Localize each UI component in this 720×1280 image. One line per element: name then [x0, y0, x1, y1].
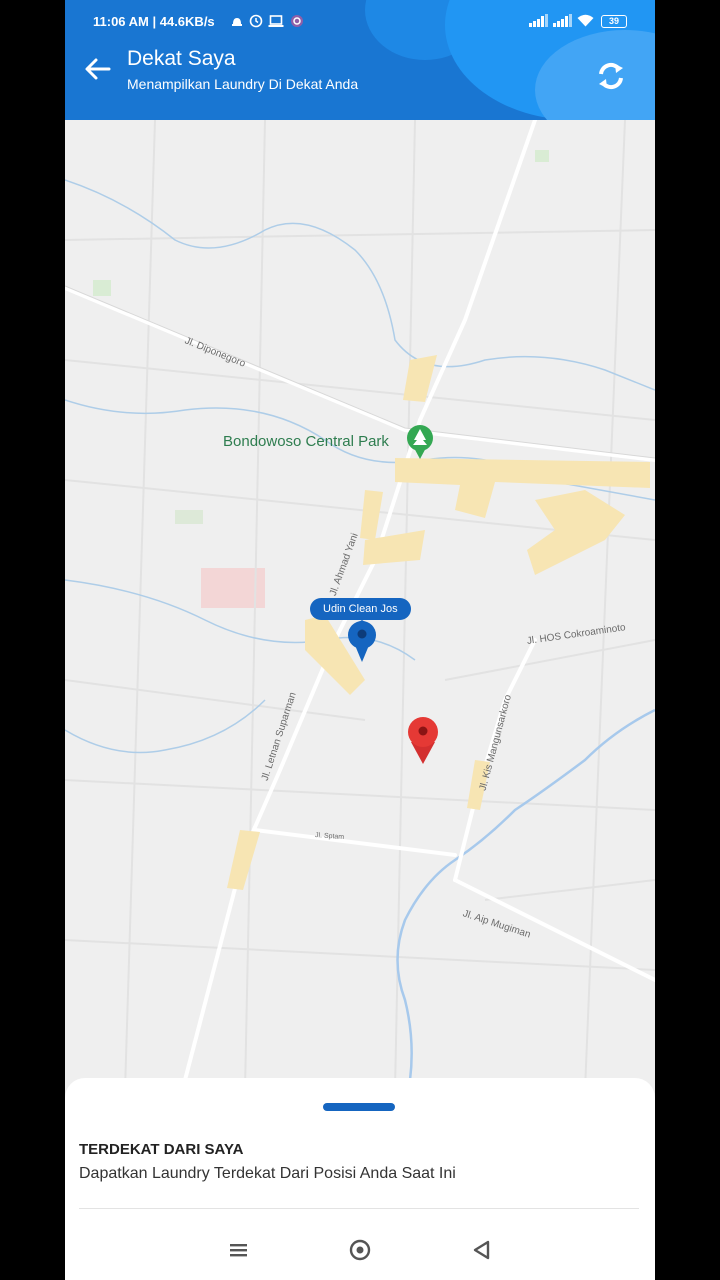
sheet-title: TERDEKAT DARI SAYA: [79, 1141, 244, 1158]
back-button[interactable]: [81, 52, 115, 86]
app-header: 11:06 AM | 44.6KB/s 39 Dekat Saya Menamp…: [65, 0, 655, 120]
phone-screen: 11:06 AM | 44.6KB/s 39 Dekat Saya Menamp…: [65, 0, 655, 1280]
alarm-icon: [232, 18, 242, 26]
menu-icon[interactable]: [224, 1236, 252, 1264]
page-title: Dekat Saya: [127, 47, 236, 70]
map-view[interactable]: Jl. Diponegoro Jl. Ahmad Yani Jl. Letnan…: [65, 120, 655, 1090]
home-circle-icon[interactable]: [346, 1236, 374, 1264]
map-area: [535, 150, 549, 162]
status-bar: 11:06 AM | 44.6KB/s 39: [65, 0, 655, 42]
record-icon: [291, 15, 303, 27]
wifi-icon: [577, 14, 594, 27]
laptop-icon: [268, 15, 284, 27]
laundry-callout[interactable]: Udin Clean Jos: [310, 598, 411, 620]
bottom-sheet: TERDEKAT DARI SAYA Dapatkan Laundry Terd…: [65, 1078, 655, 1280]
signal-icon: [553, 14, 572, 27]
laundry-marker-icon[interactable]: [348, 620, 376, 662]
sheet-description: Dapatkan Laundry Terdekat Dari Posisi An…: [79, 1165, 456, 1182]
page-subtitle: Menampilkan Laundry Di Dekat Anda: [127, 76, 359, 92]
park-label: Bondowoso Central Park: [223, 433, 389, 450]
refresh-button[interactable]: [595, 60, 627, 92]
clock-icon: [249, 14, 263, 28]
sheet-drag-handle[interactable]: [323, 1103, 395, 1111]
back-triangle-icon[interactable]: [468, 1236, 496, 1264]
map-area: [93, 280, 111, 296]
signal-icon: [529, 14, 548, 27]
user-location-marker-icon: [408, 717, 438, 764]
map-area: [175, 510, 203, 524]
battery-indicator: 39: [601, 15, 627, 28]
status-time: 11:06 AM | 44.6KB/s: [93, 14, 215, 29]
divider: [79, 1208, 639, 1209]
